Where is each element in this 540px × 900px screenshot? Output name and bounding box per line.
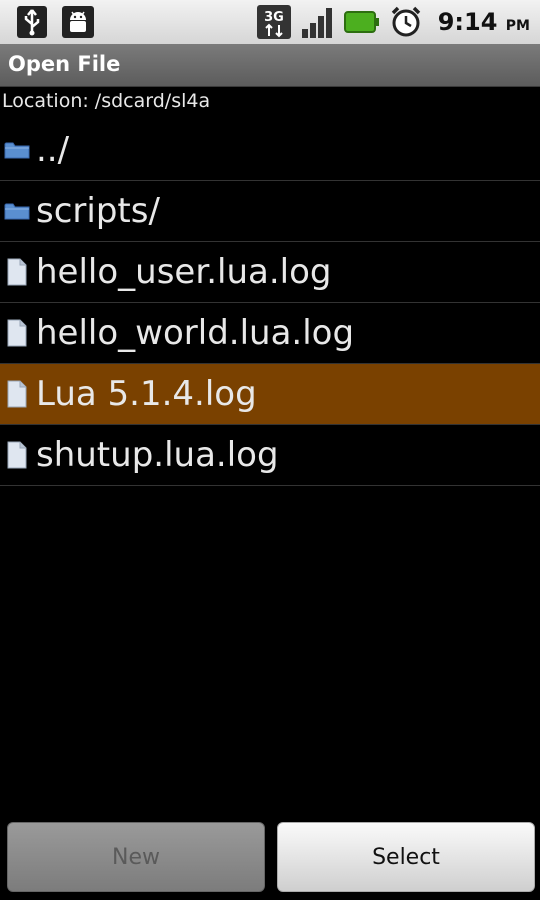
file-name: shutup.lua.log [36,435,279,475]
clock-time: 9:14 [437,8,498,36]
file-name: hello_user.lua.log [36,252,332,292]
folder-icon [0,181,34,241]
file-list-item[interactable]: hello_user.lua.log [0,242,540,303]
select-button[interactable]: Select [277,822,535,892]
3g-data-icon: 3G [256,4,292,40]
android-debug-icon [60,4,96,40]
signal-icon [300,4,336,40]
file-name: Lua 5.1.4.log [36,374,257,414]
file-list-item[interactable]: shutup.lua.log [0,425,540,486]
folder-icon [0,120,34,180]
file-name: scripts/ [36,191,160,231]
new-button[interactable]: New [7,822,265,892]
file-list-item[interactable]: ../ [0,120,540,181]
file-list-item[interactable]: hello_world.lua.log [0,303,540,364]
file-icon [0,242,34,302]
file-list: ../ scripts/hello_user.lua.log hello_world… [0,120,540,486]
status-bar: 3G 9:14 PM [0,0,540,44]
file-list-item[interactable]: scripts/ [0,181,540,242]
file-name: ../ [36,130,70,170]
alarm-icon [388,4,424,40]
clock-ampm: PM [505,18,530,34]
file-icon [0,364,34,424]
file-name: hello_world.lua.log [36,313,355,353]
file-icon [0,303,34,363]
status-clock: 9:14 PM [438,8,530,36]
file-list-item[interactable]: Lua 5.1.4.log [0,364,540,425]
location-path: Location: /sdcard/sl4a [2,90,211,112]
usb-icon [14,4,50,40]
file-icon [0,425,34,485]
dialog-title-bar: Open File [0,44,540,87]
button-bar: New Select [0,812,540,900]
dialog-title: Open File [8,52,121,76]
battery-icon [343,4,380,40]
network-type-text: 3G [264,10,284,25]
